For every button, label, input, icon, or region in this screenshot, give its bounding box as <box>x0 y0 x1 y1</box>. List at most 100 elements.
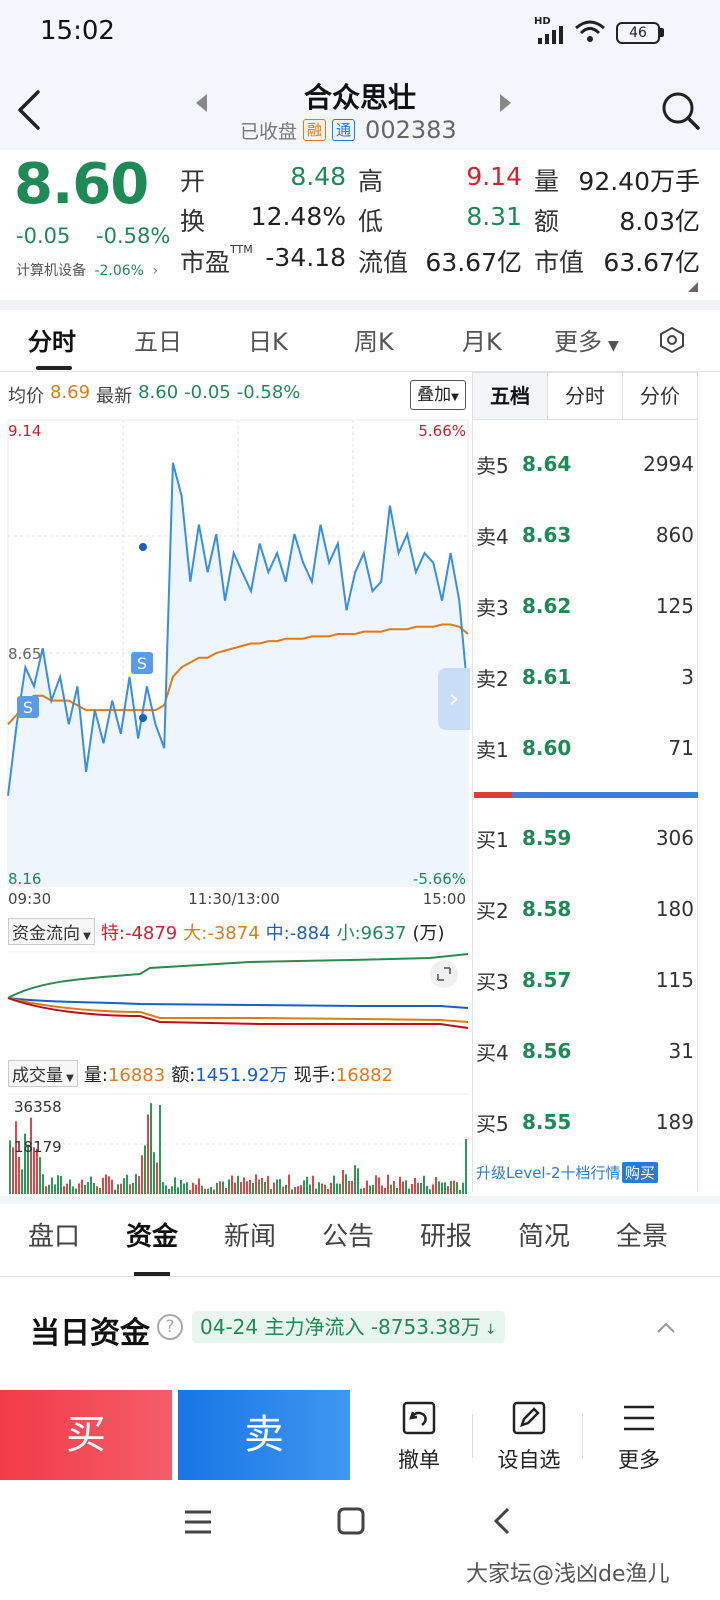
mid-flow-line <box>7 997 469 1009</box>
volume-bar <box>153 1152 155 1194</box>
buy-button[interactable]: 买 <box>0 1390 172 1480</box>
volume-bar <box>219 1181 221 1194</box>
home-icon[interactable] <box>336 1506 366 1536</box>
bid-row[interactable]: 买1 8.59 306 <box>476 818 698 858</box>
latest-change: -0.05 <box>184 382 231 403</box>
daily-funds-title: 当日资金 <box>30 1316 150 1351</box>
volume-bar <box>192 1182 194 1194</box>
vol-y-top: 36358 <box>14 1098 62 1116</box>
tab-research[interactable]: 研报 <box>420 1216 472 1253</box>
tab-weekly-k[interactable]: 周K <box>354 322 394 357</box>
volume-bar <box>300 1185 302 1194</box>
more-button[interactable]: 更多 <box>584 1400 694 1474</box>
volume-bar <box>126 1174 128 1194</box>
ask-row[interactable]: 卖4 8.63 860 <box>476 515 698 555</box>
high-label: 高 <box>358 167 384 196</box>
bid-row[interactable]: 买5 8.55 189 <box>476 1102 698 1142</box>
volume-bar <box>369 1185 371 1194</box>
ask-row[interactable]: 卖1 8.60 71 <box>476 728 698 768</box>
tab-daily-k[interactable]: 日K <box>248 322 288 357</box>
tab-panorama[interactable]: 全景 <box>616 1216 668 1253</box>
tab-funds[interactable]: 资金 <box>126 1216 178 1253</box>
industry-link[interactable]: 计算机设备 -2.06% › <box>16 260 158 280</box>
next-stock-icon[interactable] <box>500 94 511 112</box>
cancel-order-button[interactable]: 撤单 <box>364 1400 474 1474</box>
bid-row[interactable]: 买2 8.58 180 <box>476 889 698 929</box>
cur-number: 16882 <box>335 1064 394 1086</box>
da-label: 大: <box>183 922 208 944</box>
overlay-dropdown[interactable]: 叠加▼ <box>410 380 466 410</box>
volume-dropdown[interactable]: 成交量 ▼ <box>8 1060 78 1087</box>
tab-profile[interactable]: 简况 <box>518 1216 570 1253</box>
prev-stock-icon[interactable] <box>196 94 207 112</box>
bid-price: 8.57 <box>522 968 572 992</box>
volume-bar <box>285 1184 287 1194</box>
add-watchlist-button[interactable]: 设自选 <box>474 1400 584 1474</box>
fullscreen-icon[interactable] <box>430 960 458 988</box>
cur-label: 现手: <box>293 1064 336 1086</box>
tab-ticks[interactable]: 分时 <box>548 373 623 419</box>
tab-intraday[interactable]: 分时 <box>28 322 76 357</box>
volume-bar <box>120 1183 122 1194</box>
amount-value: 8.03亿 <box>619 207 700 236</box>
level2-buy-button[interactable]: 购买 <box>622 1162 659 1183</box>
volume-bar <box>222 1181 224 1194</box>
volume-bar <box>426 1186 428 1194</box>
watermark: 大家坛@浅凶de渔儿 <box>466 1562 670 1587</box>
ask-volume: 860 <box>655 523 694 547</box>
latest-label: 最新 <box>96 386 133 407</box>
volume-bar <box>177 1187 179 1194</box>
tab-announcements[interactable]: 公告 <box>322 1216 374 1253</box>
float-cap-value: 63.67亿 <box>425 248 522 277</box>
volume-bar <box>105 1174 107 1194</box>
tab-five-level[interactable]: 五档 <box>473 373 548 419</box>
system-back-icon[interactable] <box>490 1506 514 1536</box>
price-point-marker <box>139 543 147 551</box>
tab-order-book[interactable]: 盘口 <box>28 1216 80 1253</box>
ask-row[interactable]: 卖2 8.61 3 <box>476 657 698 697</box>
bid-volume: 189 <box>655 1110 694 1134</box>
settings-hex-icon[interactable] <box>658 326 686 354</box>
chevron-right-icon[interactable]: › <box>438 668 470 730</box>
volume-bar <box>54 1184 56 1194</box>
recent-apps-icon[interactable] <box>182 1508 214 1536</box>
help-icon[interactable]: ? <box>157 1314 183 1340</box>
volume-bar <box>342 1169 344 1194</box>
ask-row[interactable]: 卖3 8.62 125 <box>476 586 698 626</box>
bid-row[interactable]: 买4 8.56 31 <box>476 1031 698 1071</box>
volume-bar <box>180 1180 182 1194</box>
bid-row[interactable]: 买3 8.57 115 <box>476 960 698 1000</box>
volume-label: 量 <box>534 167 560 196</box>
latest-change-pct: -0.58% <box>236 382 301 403</box>
ask-price: 8.60 <box>522 736 572 760</box>
volume-bar <box>138 1176 140 1194</box>
fund-flow-dropdown[interactable]: 资金流向 ▼ <box>8 918 95 945</box>
ask-row[interactable]: 卖5 8.64 2994 <box>476 444 698 484</box>
tab-five-day[interactable]: 五日 <box>134 322 182 357</box>
volume-bar <box>459 1189 461 1194</box>
sell-button[interactable]: 卖 <box>178 1390 350 1480</box>
tab-more[interactable]: 更多 ▼ <box>554 322 619 357</box>
expand-corner-icon[interactable] <box>688 282 698 292</box>
volume-bar <box>447 1186 449 1194</box>
current-price: 8.60 <box>14 152 149 217</box>
amt-label: 额: <box>171 1064 196 1086</box>
tab-news[interactable]: 新闻 <box>224 1216 276 1253</box>
fund-flow-header: 资金流向 ▼ 特:-4879 大:-3874 中:-884 小:9637 (万) <box>8 918 445 945</box>
volume-bar <box>147 1114 149 1194</box>
tab-monthly-k[interactable]: 月K <box>462 322 502 357</box>
chevron-up-icon[interactable] <box>656 1318 676 1338</box>
volume-bar <box>333 1175 335 1194</box>
level2-upgrade-link[interactable]: 升级Level-2十档行情 <box>476 1162 621 1183</box>
search-icon[interactable] <box>660 90 700 130</box>
zhong-label: 中: <box>265 922 290 944</box>
volume-bar <box>444 1182 446 1194</box>
te-label: 特: <box>100 922 125 944</box>
volume-bar <box>231 1175 233 1194</box>
tab-price-volume[interactable]: 分价 <box>623 373 697 419</box>
ask-volume: 3 <box>681 665 694 689</box>
volume-bar <box>210 1187 212 1194</box>
high-value: 9.14 <box>466 162 522 191</box>
y-top-label: 9.14 <box>8 422 41 440</box>
sell-marker-label: S <box>23 698 33 717</box>
